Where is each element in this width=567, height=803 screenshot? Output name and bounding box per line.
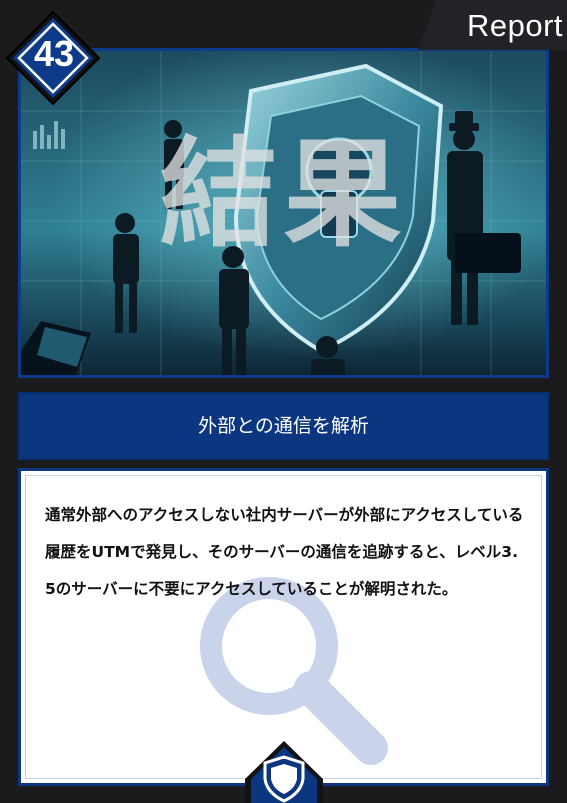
shield-icon [245,741,323,803]
description-box: 通常外部へのアクセスしない社内サーバーが外部にアクセスしている履歴をUTMで発見… [18,468,549,786]
card-description: 通常外部へのアクセスしない社内サーバーが外部にアクセスしている履歴をUTMで発見… [45,506,524,598]
cost-value: 43 [33,33,75,74]
card-subtitle: 外部との通信を解析 [198,415,369,437]
art-title: 結果 [159,125,408,263]
category-label: Report [466,8,563,43]
subtitle-bar: 外部との通信を解析 [18,392,549,460]
